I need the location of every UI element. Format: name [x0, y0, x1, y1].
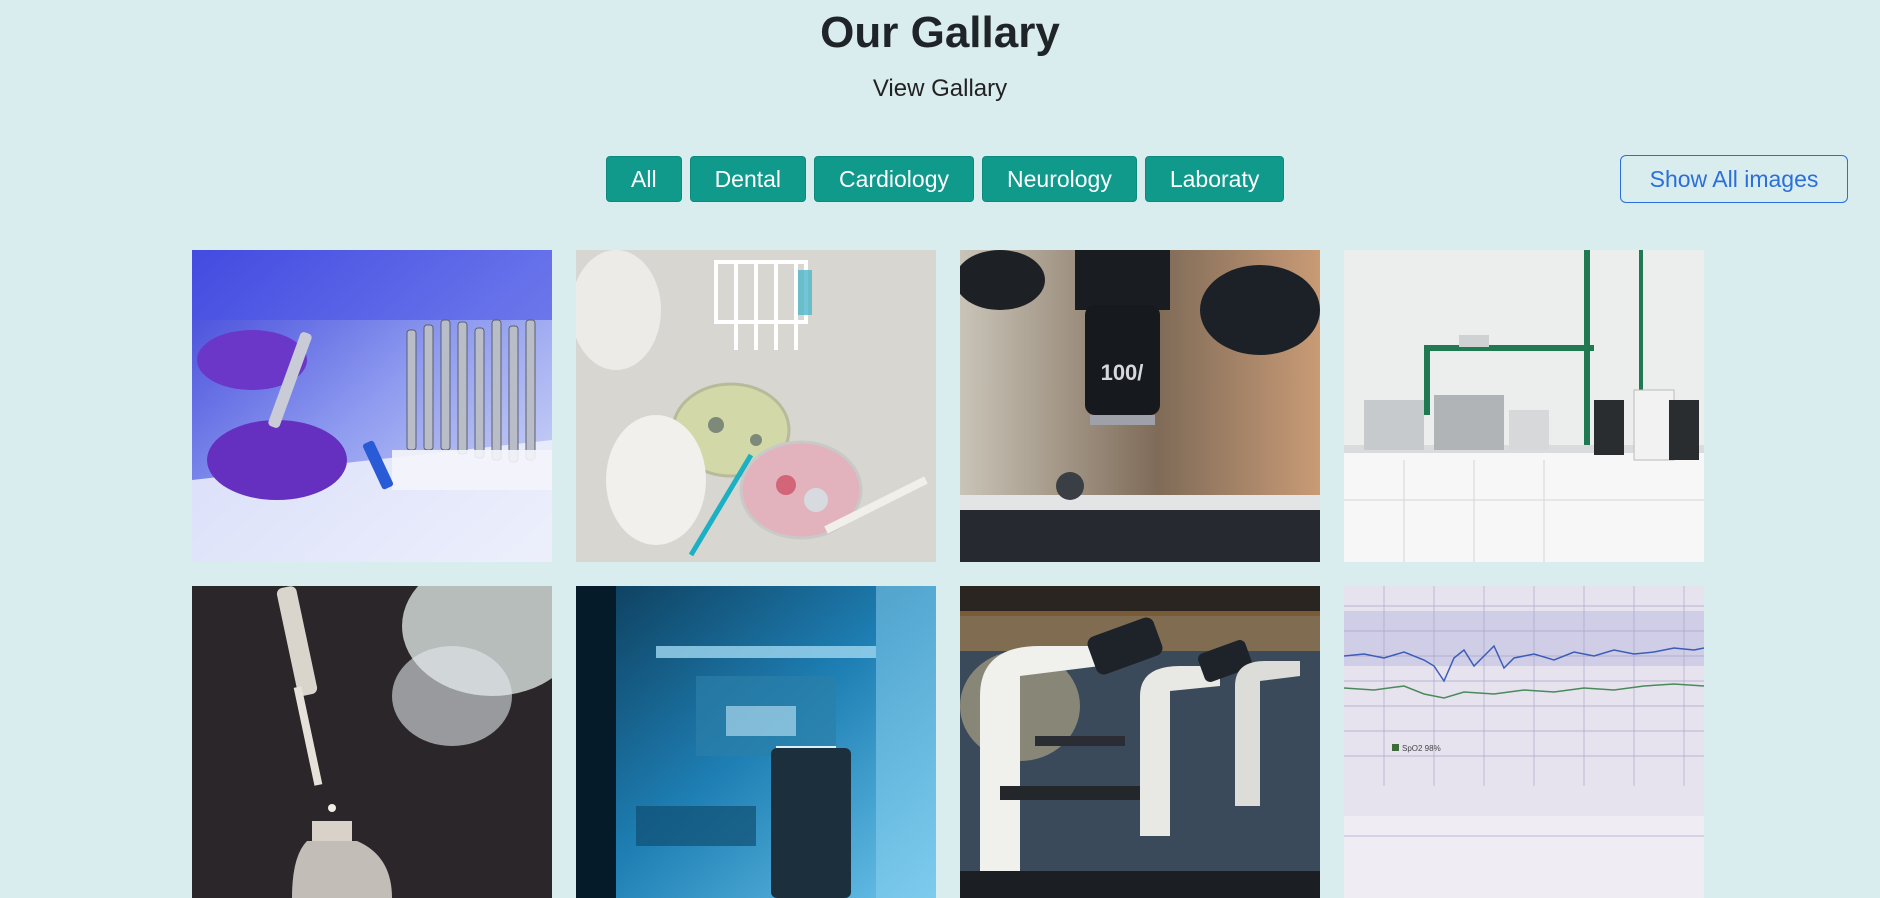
lab-bench-image — [1344, 250, 1704, 562]
gallery-image-lab-tubes[interactable] — [192, 250, 552, 562]
gallery-image-microscopes[interactable] — [960, 586, 1320, 898]
petri-dishes-image — [576, 250, 936, 562]
filter-laboraty-button[interactable]: Laboraty — [1144, 156, 1285, 202]
gallery-image-microscope-lens[interactable]: 100/ — [960, 250, 1320, 562]
filter-all-button[interactable]: All — [606, 156, 682, 202]
lab-automation-image — [576, 586, 936, 898]
monitor-label: SpO2 98% — [1402, 744, 1441, 753]
gallery-image-lab-bench[interactable] — [1344, 250, 1704, 562]
filter-dental-button[interactable]: Dental — [689, 156, 807, 202]
filter-cardiology-button[interactable]: Cardiology — [814, 156, 974, 202]
microscope-lens-image: 100/ — [960, 250, 1320, 562]
gallery-image-petri-dishes[interactable] — [576, 250, 936, 562]
microscopes-image — [960, 586, 1320, 898]
page-title: Our Gallary — [820, 8, 1060, 57]
pipette-image — [192, 586, 552, 898]
monitor-chart-image: SpO2 98% — [1344, 586, 1704, 898]
filter-neurology-button[interactable]: Neurology — [982, 156, 1137, 202]
gallery-image-lab-automation[interactable] — [576, 586, 936, 898]
gallery-grid: 100/ SpO2 98% — [192, 250, 1704, 898]
lens-marking-label: 100/ — [1101, 360, 1144, 385]
lab-tubes-image — [192, 250, 552, 562]
show-all-images-button[interactable]: Show All images — [1620, 155, 1848, 203]
gallery-image-pipette[interactable] — [192, 586, 552, 898]
page-subtitle: View Gallary — [872, 75, 1008, 102]
category-filter-bar: All Dental Cardiology Neurology Laboraty — [606, 156, 1285, 202]
gallery-image-monitor-chart[interactable]: SpO2 98% — [1344, 586, 1704, 898]
